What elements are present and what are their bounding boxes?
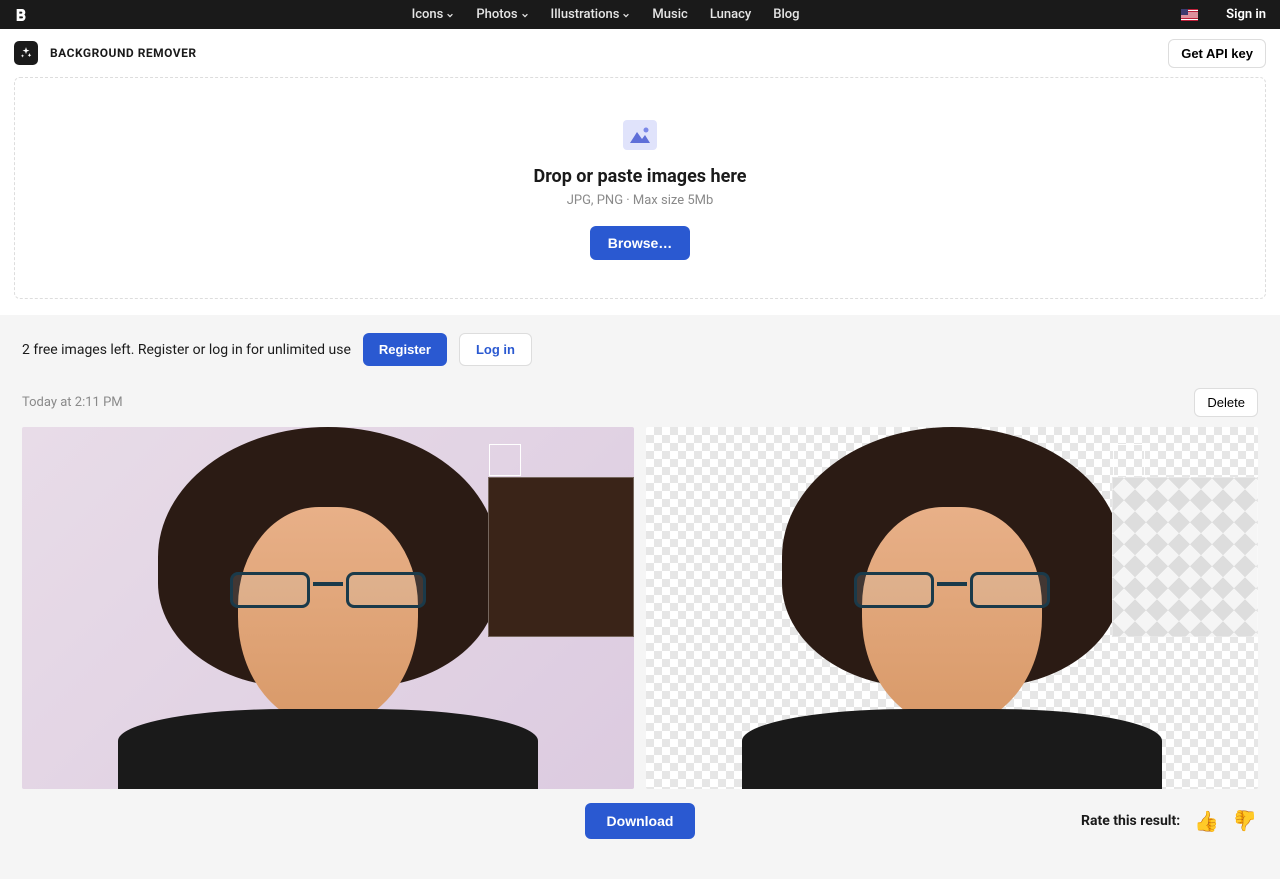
delete-button[interactable]: Delete (1194, 388, 1258, 417)
get-api-key-button[interactable]: Get API key (1168, 39, 1266, 68)
subheader: BACKGROUND REMOVER Get API key (0, 29, 1280, 77)
rate-label: Rate this result: (1081, 813, 1180, 829)
dropzone-title: Drop or paste images here (534, 166, 747, 187)
zoom-preview (1112, 477, 1258, 637)
quota-text: 2 free images left. Register or log in f… (22, 342, 351, 358)
dropzone[interactable]: Drop or paste images here JPG, PNG · Max… (14, 77, 1266, 299)
login-button[interactable]: Log in (459, 333, 532, 366)
quota-strip: 2 free images left. Register or log in f… (0, 315, 1280, 384)
nav-illustrations[interactable]: Illustrations (551, 7, 631, 22)
zoom-indicator[interactable] (489, 444, 521, 476)
image-upload-icon (623, 120, 657, 150)
image-result (646, 427, 1258, 789)
thumbs-up-icon[interactable]: 👍 (1194, 809, 1219, 833)
mountain-icon (628, 125, 652, 145)
result-header: Today at 2:11 PM Delete (0, 384, 1280, 427)
sparkle-icon (19, 46, 33, 60)
flag-us-icon[interactable] (1181, 9, 1198, 21)
logo-icon[interactable] (14, 7, 30, 23)
browse-button[interactable]: Browse… (590, 226, 691, 260)
nav-photos[interactable]: Photos (476, 7, 528, 22)
image-original (22, 427, 634, 789)
nav-blog[interactable]: Blog (773, 7, 799, 22)
image-compare (0, 427, 1280, 789)
top-nav: Icons Photos Illustrations Music Lunacy … (0, 0, 1280, 29)
dropzone-subtitle: JPG, PNG · Max size 5Mb (567, 193, 714, 208)
zoom-preview (488, 477, 634, 637)
result-actions: Download Rate this result: 👍 👍 (0, 789, 1280, 879)
nav-lunacy[interactable]: Lunacy (710, 7, 751, 22)
rate-group: Rate this result: 👍 👍 (1081, 809, 1258, 833)
zoom-indicator[interactable] (1113, 444, 1145, 476)
subheader-left: BACKGROUND REMOVER (14, 41, 197, 65)
nav-music[interactable]: Music (652, 7, 687, 22)
app-icon (14, 41, 38, 65)
app-title: BACKGROUND REMOVER (50, 46, 197, 60)
download-button[interactable]: Download (585, 803, 696, 839)
chevron-down-icon (521, 11, 529, 19)
register-button[interactable]: Register (363, 333, 447, 366)
chevron-down-icon (622, 11, 630, 19)
nav-center: Icons Photos Illustrations Music Lunacy … (30, 7, 1181, 22)
upload-section: Drop or paste images here JPG, PNG · Max… (0, 77, 1280, 315)
timestamp: Today at 2:11 PM (22, 395, 123, 410)
signin-link[interactable]: Sign in (1226, 7, 1266, 22)
thumbs-down-icon[interactable]: 👍 (1233, 809, 1258, 833)
chevron-down-icon (446, 11, 454, 19)
nav-icons[interactable]: Icons (412, 7, 455, 22)
nav-right: Sign in (1181, 7, 1266, 22)
